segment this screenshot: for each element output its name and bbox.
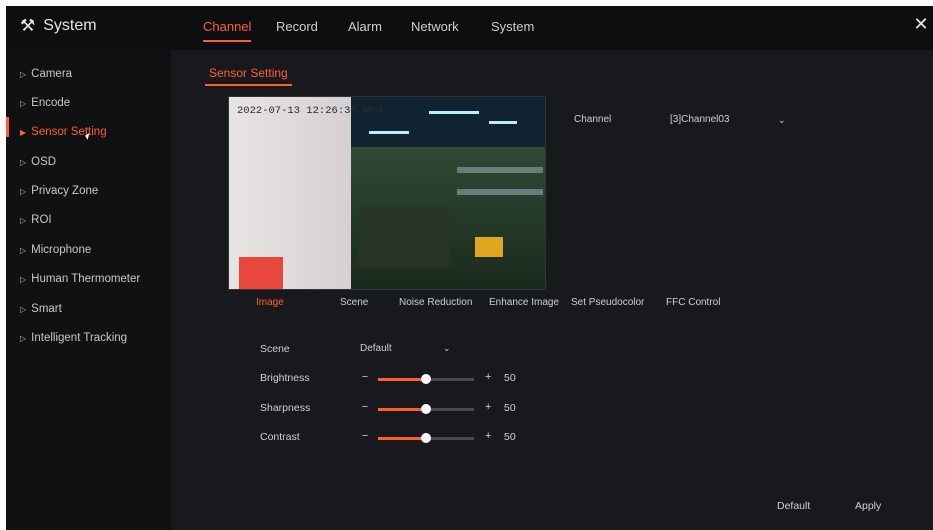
sidebar-item-microphone[interactable]: ▷ Microphone	[20, 244, 91, 256]
sharpness-label: Sharpness	[260, 402, 311, 414]
sidebar-item-label: OSD	[31, 156, 57, 168]
video-monitor	[475, 237, 503, 257]
brightness-decrease-button[interactable]: −	[360, 371, 370, 383]
slider-fill	[378, 378, 426, 381]
sidebar-item-label: Smart	[31, 303, 62, 315]
sidebar-item-label: Encode	[31, 97, 71, 109]
sidebar-item-label: Privacy Zone	[31, 185, 99, 197]
brightness-slider[interactable]	[378, 374, 474, 384]
video-shelf	[457, 167, 543, 173]
contrast-decrease-button[interactable]: −	[360, 430, 370, 442]
triangle-right-icon: ▷	[20, 186, 27, 196]
triangle-right-icon: ▶	[20, 127, 27, 137]
contrast-value: 50	[504, 431, 516, 443]
video-red-object	[239, 257, 283, 289]
scene-select[interactable]: Default	[360, 343, 392, 354]
tab-noise-reduction[interactable]: Noise Reduction	[399, 297, 472, 308]
triangle-right-icon: ▷	[20, 69, 27, 79]
sidebar-item-label: Camera	[31, 68, 73, 80]
video-preview: 2022-07-13 12:26:35 Wed	[228, 96, 546, 290]
sharpness-decrease-button[interactable]: −	[360, 401, 370, 413]
default-button[interactable]: Default	[777, 500, 810, 512]
sidebar-item-label: Intelligent Tracking	[31, 332, 128, 344]
tab-alarm[interactable]: Alarm	[348, 19, 382, 34]
tab-image[interactable]: Image	[256, 297, 284, 308]
sidebar: ▷ Camera ▷ Encode ▶ Sensor Setting ▷ OSD ▷ Pr…	[6, 50, 171, 530]
app-logo: ⚒ System	[20, 16, 97, 36]
active-indicator	[6, 117, 9, 137]
slider-knob[interactable]	[421, 433, 431, 443]
brightness-label: Brightness	[260, 372, 310, 384]
channel-select[interactable]: [3]Channel03	[670, 114, 730, 125]
slider-knob[interactable]	[421, 404, 431, 414]
app-window: ⚒ System Channel Record Alarm Network Sy…	[6, 6, 933, 530]
tab-scene[interactable]: Scene	[340, 297, 368, 308]
contrast-label: Contrast	[260, 431, 300, 443]
video-desks	[359, 207, 449, 267]
sharpness-slider[interactable]	[378, 404, 474, 414]
close-icon[interactable]: ✕	[911, 14, 931, 35]
sidebar-item-human-thermometer[interactable]: ▷ Human Thermometer	[20, 273, 140, 285]
sidebar-item-intelligent-tracking[interactable]: ▷ Intelligent Tracking	[20, 332, 127, 344]
tab-record[interactable]: Record	[276, 19, 318, 34]
sidebar-item-osd[interactable]: ▷ OSD	[20, 156, 56, 168]
triangle-right-icon: ▷	[20, 157, 27, 167]
slider-fill	[378, 437, 426, 440]
section-title: Sensor Setting	[205, 66, 292, 86]
tab-enhance-image[interactable]: Enhance Image	[489, 297, 559, 308]
sidebar-item-privacy-zone[interactable]: ▷ Privacy Zone	[20, 185, 98, 197]
tools-icon: ⚒	[20, 16, 36, 35]
sidebar-item-camera[interactable]: ▷ Camera	[20, 68, 72, 80]
tab-network[interactable]: Network	[411, 19, 459, 34]
triangle-right-icon: ▷	[20, 333, 27, 343]
tab-channel[interactable]: Channel	[203, 19, 252, 42]
tab-ffc-control[interactable]: FFC Control	[666, 297, 720, 308]
triangle-right-icon: ▷	[20, 98, 27, 108]
sidebar-item-label: Sensor Setting	[31, 126, 107, 138]
triangle-right-icon: ▷	[20, 304, 27, 314]
tab-set-pseudocolor[interactable]: Set Pseudocolor	[571, 297, 644, 308]
sidebar-item-label: Microphone	[31, 244, 92, 256]
channel-label: Channel	[574, 114, 612, 125]
contrast-slider[interactable]	[378, 433, 474, 443]
triangle-right-icon: ▷	[20, 274, 27, 284]
brightness-value: 50	[504, 372, 516, 384]
video-ceiling-light	[429, 111, 479, 114]
sharpness-increase-button[interactable]: +	[485, 401, 491, 413]
sidebar-item-label: Human Thermometer	[31, 273, 141, 285]
triangle-right-icon: ▷	[20, 245, 27, 255]
sidebar-item-label: ROI	[31, 214, 52, 226]
scene-label: Scene	[260, 343, 290, 355]
brightness-increase-button[interactable]: +	[485, 371, 491, 383]
apply-button[interactable]: Apply	[855, 500, 881, 512]
contrast-increase-button[interactable]: +	[485, 430, 491, 442]
triangle-right-icon: ▷	[20, 215, 27, 225]
sidebar-item-smart[interactable]: ▷ Smart	[20, 303, 62, 315]
chevron-down-icon[interactable]: ⌄	[778, 115, 786, 126]
video-timestamp: 2022-07-13 12:26:35 Wed	[237, 105, 382, 117]
video-ceiling-light	[369, 131, 409, 134]
slider-fill	[378, 408, 426, 411]
chevron-down-icon[interactable]: ⌄	[443, 343, 451, 354]
sharpness-value: 50	[504, 402, 516, 414]
top-bar: ⚒ System Channel Record Alarm Network Sy…	[6, 6, 933, 50]
sidebar-item-encode[interactable]: ▷ Encode	[20, 97, 70, 109]
tab-system[interactable]: System	[491, 19, 534, 34]
video-shelf	[457, 189, 543, 195]
slider-knob[interactable]	[421, 374, 431, 384]
sidebar-item-sensor-setting[interactable]: ▶ Sensor Setting	[20, 126, 107, 138]
sidebar-item-roi[interactable]: ▷ ROI	[20, 214, 52, 226]
app-title: System	[43, 17, 97, 34]
video-ceiling-light	[489, 121, 517, 124]
